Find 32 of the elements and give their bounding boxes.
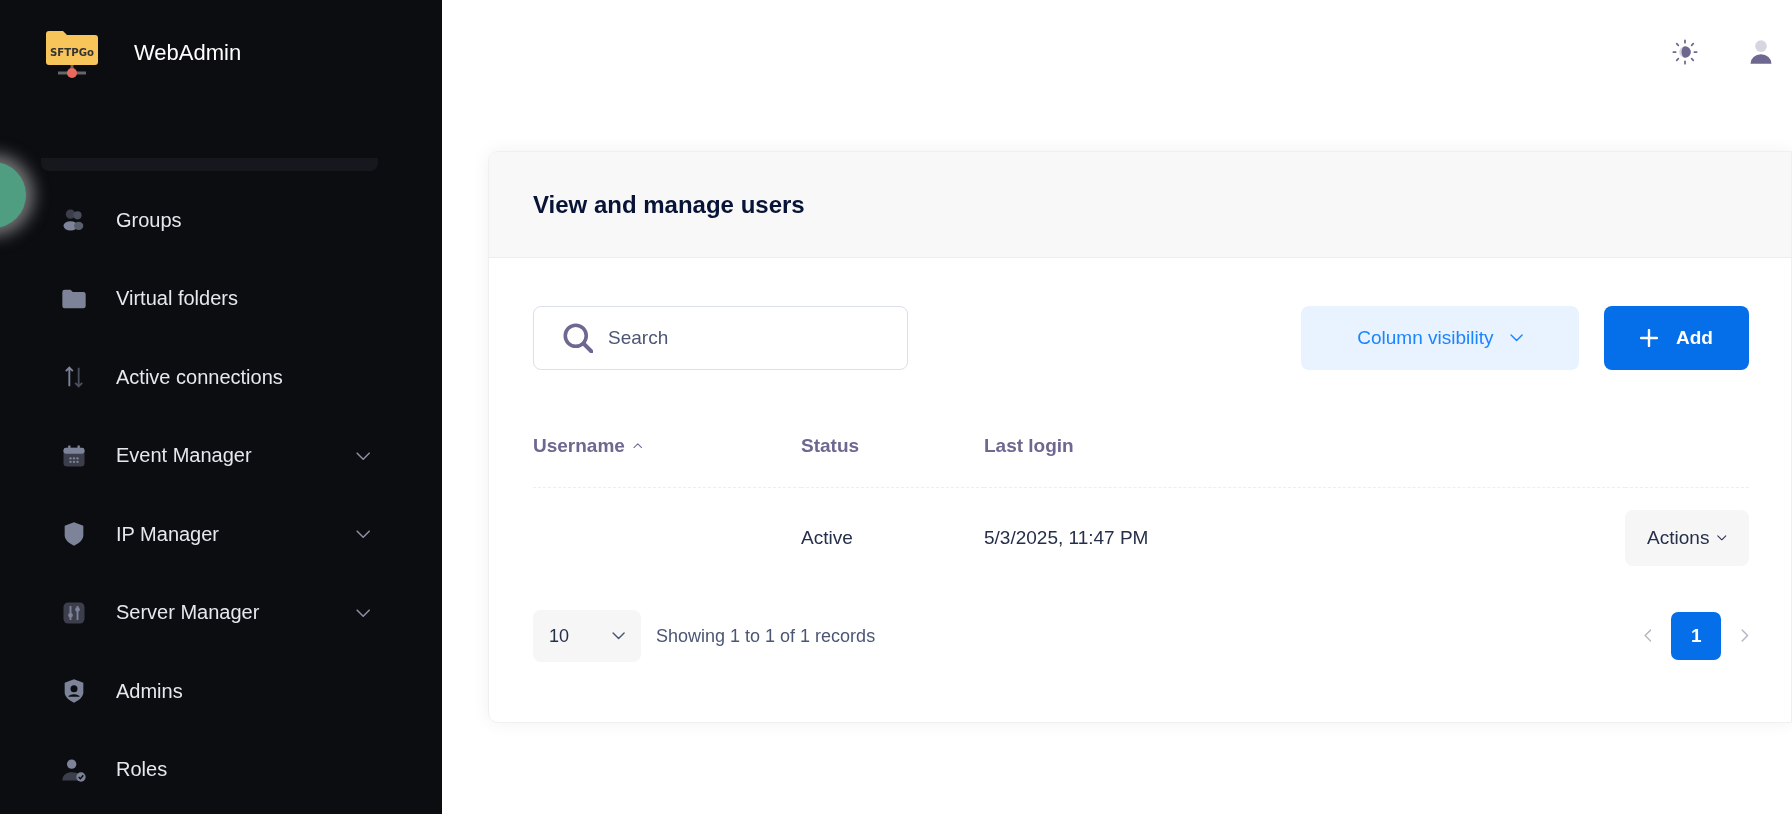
sidebar-item[interactable]: Event Manager [60, 416, 370, 495]
chevron-down-icon [1509, 334, 1523, 342]
previous-page-icon [1643, 629, 1652, 643]
search-field[interactable]: Search [533, 306, 908, 370]
records-summary: Showing 1 to 1 of 1 records [656, 625, 876, 647]
sidebar-item[interactable]: Roles [60, 730, 370, 809]
sort-up-icon [632, 442, 643, 449]
chevron-down-icon [355, 530, 370, 539]
sidebar-item[interactable]: Server Manager [60, 573, 370, 652]
column-header[interactable]: Status [801, 404, 984, 488]
sidebar-item[interactable]: IP Manager [60, 495, 370, 574]
chevron-down-icon [355, 451, 370, 460]
plus-icon [1640, 329, 1659, 347]
add-button[interactable]: Add [1604, 306, 1749, 370]
search-icon [563, 323, 593, 353]
column-header[interactable]: Username [533, 404, 801, 488]
sidebar-item[interactable]: Admins [60, 652, 370, 731]
sidebar-item[interactable]: Active connections [60, 338, 370, 417]
chevron-down-icon [611, 632, 625, 640]
column-header[interactable]: Last login [984, 404, 1626, 488]
card-title: View and manage users [533, 190, 805, 219]
chevron-down-icon [355, 608, 370, 617]
sidebar-item[interactable]: Groups [60, 181, 370, 260]
page-button[interactable]: 1 [1671, 612, 1722, 660]
page-size-select[interactable]: 10 [533, 610, 641, 662]
table-cell-text: Active [801, 526, 854, 550]
sidebar-item[interactable]: Virtual folders [60, 259, 370, 338]
chevron-down-icon [1717, 535, 1727, 541]
app-title: WebAdmin [134, 40, 242, 66]
table-cell-text: 5/3/2025, 11:47 PM [984, 526, 1150, 550]
next-page-icon [1741, 629, 1749, 643]
actions-button[interactable]: Actions [1625, 510, 1749, 566]
